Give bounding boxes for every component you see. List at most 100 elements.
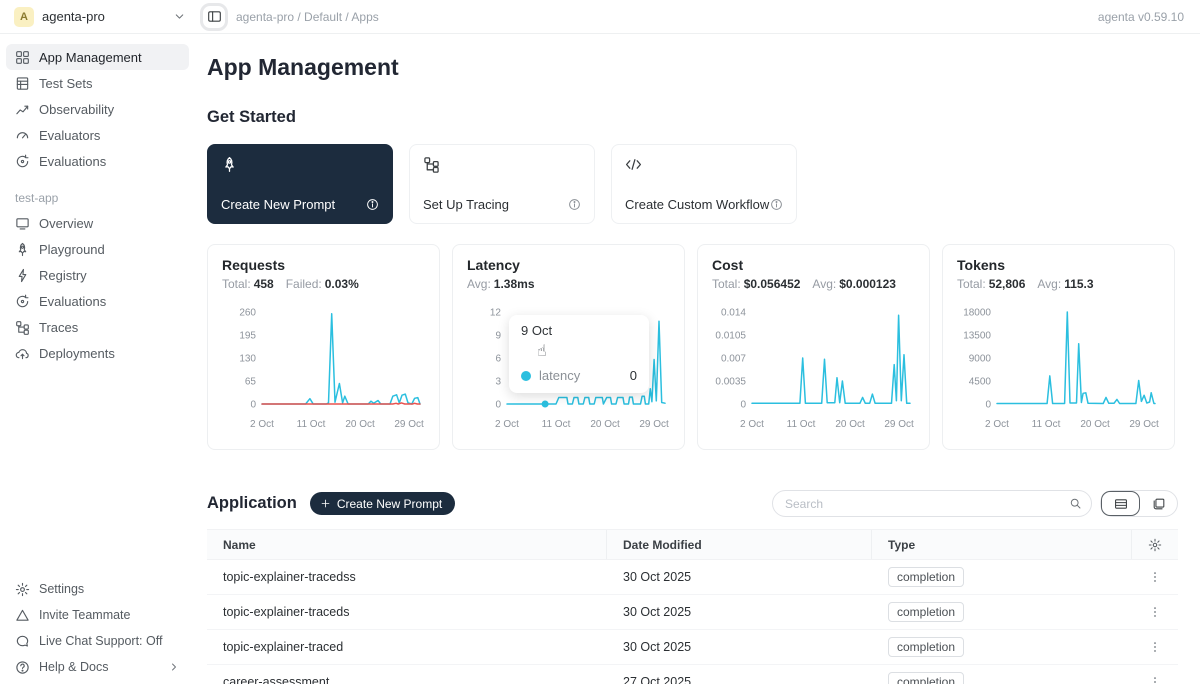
sidebar-item-evaluations[interactable]: Evaluations — [6, 288, 189, 314]
chat-icon — [15, 634, 30, 649]
table-view-icon — [1114, 497, 1128, 511]
svg-text:2 Oct: 2 Oct — [250, 419, 274, 430]
chart-stats: Total:52,806 Avg:115.3 — [957, 277, 1160, 291]
create-new-prompt-button[interactable]: Create New Prompt — [310, 492, 455, 515]
sidebar-item-label: App Management — [39, 50, 142, 65]
stat-avg: Avg:115.3 — [1037, 277, 1093, 291]
chart-title: Latency — [467, 257, 670, 273]
chevron-right-icon — [168, 661, 180, 673]
get-started-card-create-custom-workflow[interactable]: Create Custom Workflow — [611, 144, 797, 224]
sidebar-item-playground[interactable]: Playground — [6, 236, 189, 262]
sidebar-toggle-button[interactable] — [200, 3, 228, 31]
workspace-avatar: A — [14, 7, 34, 27]
table-body: topic-explainer-tracedss30 Oct 2025compl… — [207, 560, 1178, 684]
app-name-cell: topic-explainer-traceds — [207, 605, 607, 619]
tracing-icon — [423, 156, 581, 178]
sidebar-item-observability[interactable]: Observability — [6, 96, 189, 122]
svg-text:0.0035: 0.0035 — [715, 377, 746, 388]
plus-icon — [320, 498, 331, 509]
workspace-selector[interactable]: A agenta-pro — [14, 7, 186, 27]
svg-text:29 Oct: 29 Oct — [1129, 419, 1159, 430]
table-header: Name Date Modified Type — [207, 529, 1178, 560]
get-started-card-create-new-prompt[interactable]: Create New Prompt — [207, 144, 393, 224]
stat-total: Total:458 — [222, 277, 274, 291]
type-badge: completion — [888, 637, 964, 657]
row-menu-button[interactable] — [1148, 605, 1162, 619]
svg-text:0.014: 0.014 — [721, 308, 746, 319]
rocket-icon — [221, 156, 379, 178]
svg-text:0: 0 — [740, 400, 746, 411]
card-label: Create New Prompt — [221, 197, 335, 212]
sidebar-item-deployments[interactable]: Deployments — [6, 340, 189, 366]
table-view-button[interactable] — [1101, 491, 1140, 516]
info-icon[interactable] — [568, 198, 581, 211]
sidebar-item-test-sets[interactable]: Test Sets — [6, 70, 189, 96]
svg-text:0: 0 — [495, 400, 501, 411]
svg-text:2 Oct: 2 Oct — [985, 419, 1009, 430]
info-icon[interactable] — [770, 198, 783, 211]
breadcrumb[interactable]: agenta-pro / Default / Apps — [236, 10, 379, 24]
get-started-card-set-up-tracing[interactable]: Set Up Tracing — [409, 144, 595, 224]
application-title: Application — [207, 494, 297, 513]
sidebar-item-registry[interactable]: Registry — [6, 262, 189, 288]
search-input[interactable] — [772, 490, 1092, 517]
get-started-row: Create New Prompt Set Up Tracing Create Cu… — [207, 144, 1178, 224]
date-modified-cell: 30 Oct 2025 — [607, 640, 872, 654]
column-header-name: Name — [207, 530, 607, 559]
svg-text:65: 65 — [245, 377, 257, 388]
column-header-date-modified: Date Modified — [607, 530, 872, 559]
row-menu-button[interactable] — [1148, 570, 1162, 584]
info-icon[interactable] — [366, 198, 379, 211]
stat-total: Total:52,806 — [957, 277, 1025, 291]
sidebar-item-label: Live Chat Support: Off — [39, 634, 162, 648]
table-row-topic-explainer-traceds[interactable]: topic-explainer-traceds30 Oct 2025comple… — [207, 595, 1178, 630]
card-view-icon — [1152, 497, 1166, 511]
sidebar-item-label: Traces — [39, 320, 78, 335]
tooltip-series-name: latency — [539, 368, 580, 383]
sidebar-item-label: Deployments — [39, 346, 115, 361]
svg-text:20 Oct: 20 Oct — [1080, 419, 1110, 430]
chart-plot-cost: 0.0140.01050.0070.003502 Oct11 Oct20 Oct… — [712, 300, 917, 433]
sidebar-item-settings[interactable]: Settings — [6, 576, 189, 602]
table-row-topic-explainer-traced[interactable]: topic-explainer-traced30 Oct 2025complet… — [207, 630, 1178, 665]
column-settings-button[interactable] — [1132, 530, 1178, 559]
sidebar-item-label: Registry — [39, 268, 87, 283]
row-menu-button[interactable] — [1148, 640, 1162, 654]
sidebar-item-label: Settings — [39, 582, 84, 596]
sidebar: App Management Test Sets Observability Eval… — [0, 34, 195, 684]
svg-text:11 Oct: 11 Oct — [1032, 419, 1061, 430]
sidebar-item-traces[interactable]: Traces — [6, 314, 189, 340]
sidebar-item-label: Observability — [39, 102, 114, 117]
type-badge: completion — [888, 672, 964, 684]
row-menu-button[interactable] — [1148, 675, 1162, 684]
metrics-row: RequestsTotal:458Failed:0.03%26019513065… — [207, 244, 1178, 450]
deployments-icon — [15, 346, 30, 361]
chevron-down-icon — [173, 10, 186, 23]
sidebar-item-live-chat-support-off[interactable]: Live Chat Support: Off — [6, 628, 189, 654]
get-started-title: Get Started — [207, 108, 1178, 127]
chart-stats: Total:458 Failed:0.03% — [222, 277, 425, 291]
stat-failed: Failed:0.03% — [286, 277, 359, 291]
page-title: App Management — [207, 54, 1178, 81]
grid-icon — [15, 50, 30, 65]
overview-icon — [15, 216, 30, 231]
sidebar-item-help-docs[interactable]: Help & Docs — [6, 654, 189, 680]
sidebar-item-label: Evaluations — [39, 154, 106, 169]
svg-text:20 Oct: 20 Oct — [345, 419, 375, 430]
table-row-topic-explainer-tracedss[interactable]: topic-explainer-tracedss30 Oct 2025compl… — [207, 560, 1178, 595]
card-label: Set Up Tracing — [423, 197, 509, 212]
sidebar-item-overview[interactable]: Overview — [6, 210, 189, 236]
sidebar-item-invite-teammate[interactable]: Invite Teammate — [6, 602, 189, 628]
sidebar-item-app-management[interactable]: App Management — [6, 44, 189, 70]
sidebar-item-evaluators[interactable]: Evaluators — [6, 122, 189, 148]
chart-plot-requests: 2601951306502 Oct11 Oct20 Oct29 Oct — [222, 300, 427, 433]
app-section-label: test-app — [15, 191, 189, 205]
table-row-career-assessment[interactable]: career-assessment27 Oct 2025completion — [207, 665, 1178, 684]
svg-text:11 Oct: 11 Oct — [542, 419, 571, 430]
sidebar-item-label: Playground — [39, 242, 105, 257]
sidebar-footer-nav: Settings Invite Teammate Live Chat Support… — [6, 576, 189, 680]
test-sets-icon — [15, 76, 30, 91]
chart-tooltip: 9 Oct☝latency0 — [509, 315, 649, 393]
card-view-button[interactable] — [1140, 491, 1177, 516]
sidebar-item-evaluations[interactable]: Evaluations — [6, 148, 189, 174]
